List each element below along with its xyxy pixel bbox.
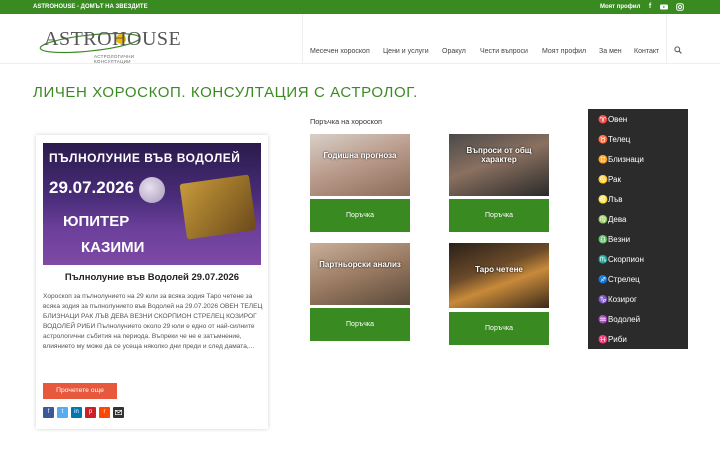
nav-faq[interactable]: Чести въпроси <box>480 48 528 55</box>
product-caption: Таро четене <box>475 265 523 274</box>
post-excerpt: Хороскоп за пълнолунието на 29 юли за вс… <box>43 293 263 350</box>
read-more-button[interactable]: Прочетете още <box>43 383 117 399</box>
post-image-line3: ЮПИТЕР <box>63 213 130 230</box>
post-image-line4: КАЗИМИ <box>81 239 145 256</box>
product-image-annual[interactable]: Годишна прогноза <box>310 134 410 196</box>
order-button-general[interactable]: Поръчка <box>449 199 549 232</box>
nav-monthly-horoscope[interactable]: Месечен хороскоп <box>310 48 370 55</box>
product-caption: Партньорски анализ <box>319 260 401 269</box>
order-button-tarot[interactable]: Поръчка <box>449 312 549 345</box>
product-image-general[interactable]: Въпроси от общ характер <box>449 134 549 196</box>
search-icon[interactable] <box>674 46 682 56</box>
zodiac-item-gemini[interactable]: ♊Близнаци <box>598 155 644 164</box>
product-image-tarot[interactable]: Таро четене <box>449 243 549 308</box>
zodiac-item-aquarius[interactable]: ♒Водолей <box>598 315 640 324</box>
zodiac-item-leo[interactable]: ♌Лъв <box>598 195 622 204</box>
zodiac-item-sagittarius[interactable]: ♐Стрелец <box>598 275 640 284</box>
site-logo[interactable]: ASTROHOUSE АСТРОЛОГИЧНИ КОНСУЛТАЦИИ <box>38 24 181 64</box>
zodiac-item-aries[interactable]: ♈Овен <box>598 115 627 124</box>
youtube-icon[interactable] <box>660 3 668 11</box>
product-caption: Въпроси от общ характер <box>466 146 532 164</box>
zodiac-item-libra[interactable]: ♎Везни <box>598 235 630 244</box>
zodiac-item-capricorn[interactable]: ♑Козирог <box>598 295 637 304</box>
reddit-icon[interactable]: r <box>99 407 110 418</box>
post-image-headline: ПЪЛНОЛУНИЕ ВЪВ ВОДОЛЕЙ <box>49 151 241 165</box>
top-bar: ASTROHOUSE - ДОМЪТ НА ЗВЕЗДИТЕ Моят проф… <box>0 0 720 14</box>
order-button-annual[interactable]: Поръчка <box>310 199 410 232</box>
nav-prices[interactable]: Цени и услуги <box>383 48 429 55</box>
linkedin-icon[interactable]: in <box>71 407 82 418</box>
zodiac-item-cancer[interactable]: ♋Рак <box>598 175 621 184</box>
nav-divider <box>302 14 303 64</box>
post-title[interactable]: Пълнолуние във Водолей 29.07.2026 <box>36 272 268 283</box>
logo-subtitle: АСТРОЛОГИЧНИ КОНСУЛТАЦИИ <box>94 54 135 64</box>
nav-divider <box>666 14 667 64</box>
nav-contact[interactable]: Контакт <box>634 48 659 55</box>
facebook-icon[interactable]: f <box>43 407 54 418</box>
post-card: ПЪЛНОЛУНИЕ ВЪВ ВОДОЛЕЙ 29.07.2026 ЮПИТЕР… <box>36 135 268 429</box>
pinterest-icon[interactable]: p <box>85 407 96 418</box>
zodiac-item-taurus[interactable]: ♉Телец <box>598 135 630 144</box>
nav-about[interactable]: За мен <box>599 48 622 55</box>
nav-oracle[interactable]: Оракул <box>442 48 466 55</box>
twitter-icon[interactable]: t <box>57 407 68 418</box>
zodiac-item-scorpio[interactable]: ♏Скорпион <box>598 255 644 264</box>
instagram-icon[interactable] <box>676 3 684 11</box>
product-image-partner[interactable]: Партньорски анализ <box>310 243 410 305</box>
moon-graphic <box>139 177 165 203</box>
post-image-date: 29.07.2026 <box>49 178 135 197</box>
facebook-icon[interactable]: f <box>646 3 654 11</box>
top-profile-link[interactable]: Моят профил <box>600 4 640 10</box>
order-section-label: Поръчка на хороскоп <box>310 117 382 126</box>
zodiac-item-virgo[interactable]: ♍Дева <box>598 215 626 224</box>
nav-my-profile[interactable]: Моят профил <box>542 48 586 55</box>
product-caption: Годишна прогноза <box>323 151 397 160</box>
tarot-cards-graphic <box>179 174 257 240</box>
site-header: ASTROHOUSE АСТРОЛОГИЧНИ КОНСУЛТАЦИИ Месе… <box>0 14 720 64</box>
zodiac-item-pisces[interactable]: ♓Риби <box>598 335 627 344</box>
order-button-partner[interactable]: Поръчка <box>310 308 410 341</box>
post-image[interactable]: ПЪЛНОЛУНИЕ ВЪВ ВОДОЛЕЙ 29.07.2026 ЮПИТЕР… <box>43 143 261 265</box>
zodiac-menu: ♈Овен ♉Телец ♊Близнаци ♋Рак ♌Лъв ♍Дева ♎… <box>588 109 688 349</box>
site-tagline: ASTROHOUSE - ДОМЪТ НА ЗВЕЗДИТЕ <box>33 4 148 10</box>
mail-icon[interactable] <box>113 407 124 418</box>
page-title: ЛИЧЕН ХОРОСКОП. КОНСУЛТАЦИЯ С АСТРОЛОГ. <box>33 84 418 101</box>
logo-name: ASTROHOUSE <box>44 28 182 50</box>
